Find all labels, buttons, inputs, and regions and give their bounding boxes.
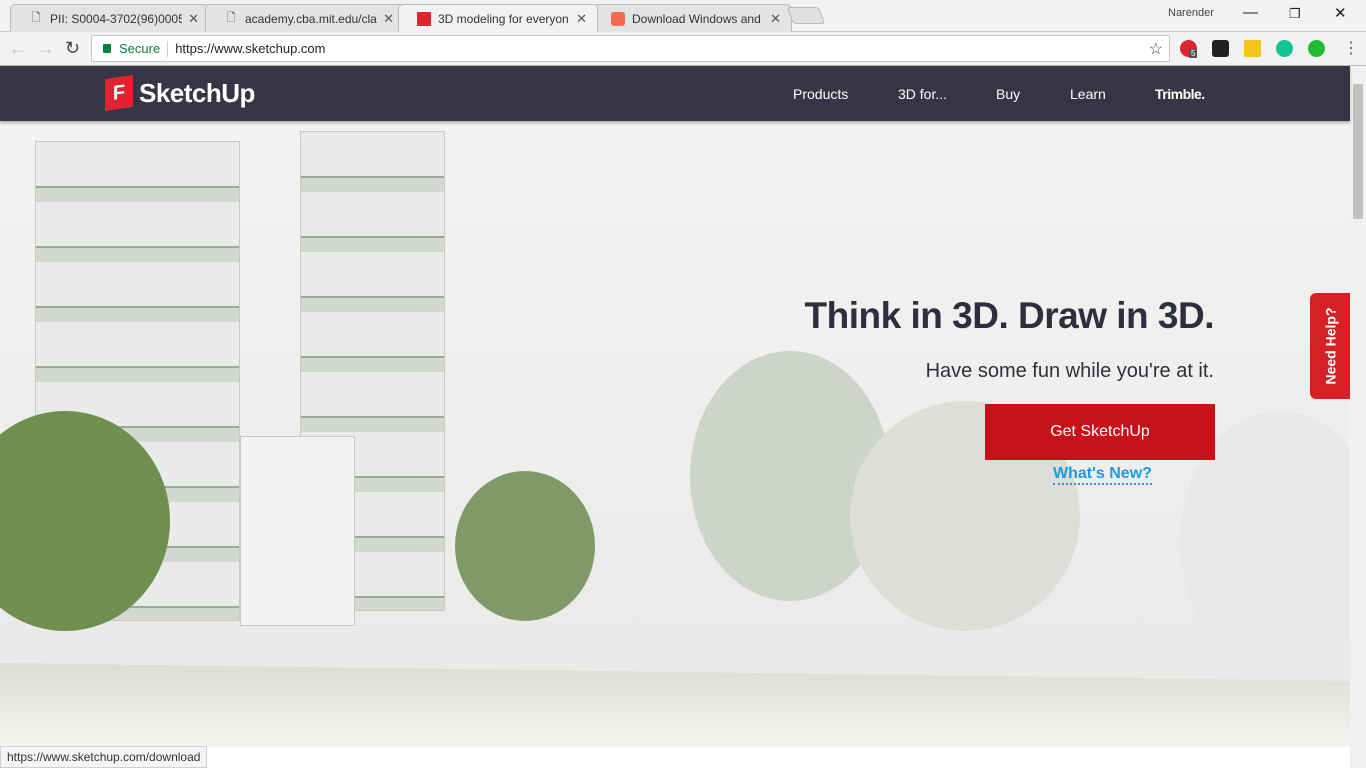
site-header: F SketchUp Products 3D for... Buy Learn … bbox=[0, 66, 1350, 121]
grammarly-icon[interactable] bbox=[1276, 40, 1293, 57]
page-scrollbar[interactable] bbox=[1350, 66, 1366, 768]
nav-learn[interactable]: Learn bbox=[1070, 86, 1106, 102]
orange-app-icon bbox=[611, 11, 625, 26]
hero-section: Think in 3D. Draw in 3D. Have some fun w… bbox=[0, 121, 1350, 747]
sketchup-logo[interactable]: F SketchUp bbox=[105, 75, 255, 111]
tab-download[interactable]: Download Windows and ✕ bbox=[592, 4, 792, 32]
document-icon: 🗋 bbox=[226, 12, 236, 24]
nav-products[interactable]: Products bbox=[793, 86, 848, 102]
whats-new-link[interactable]: What's New? bbox=[1053, 465, 1152, 485]
get-sketchup-button[interactable]: Get SketchUp bbox=[985, 404, 1215, 460]
close-window-icon[interactable]: ✕ bbox=[1334, 4, 1347, 22]
tree-illustration bbox=[455, 471, 595, 621]
close-tab-icon[interactable]: ✕ bbox=[576, 11, 587, 27]
new-tab-button[interactable] bbox=[786, 7, 826, 24]
opera-adblock-icon[interactable]: 5 bbox=[1180, 40, 1198, 58]
tab-pii[interactable]: 🗋 PII: S0004-3702(96)00057 ✕ bbox=[10, 4, 210, 32]
close-tab-icon[interactable]: ✕ bbox=[188, 11, 199, 27]
bookmark-star-icon[interactable]: ☆ bbox=[1149, 39, 1163, 59]
minimize-icon[interactable]: — bbox=[1243, 4, 1258, 21]
restore-icon[interactable]: ❐ bbox=[1289, 6, 1301, 22]
trimble-logo[interactable]: Trimble. bbox=[1155, 86, 1205, 102]
forward-icon[interactable]: → bbox=[37, 38, 55, 59]
nav-buy[interactable]: Buy bbox=[996, 86, 1020, 102]
nav-3d-for[interactable]: 3D for... bbox=[898, 86, 947, 102]
tampermonkey-icon[interactable] bbox=[1212, 40, 1229, 57]
lock-icon bbox=[103, 44, 111, 53]
address-bar[interactable]: Secure https://www.sketchup.com ☆ bbox=[91, 35, 1170, 62]
secure-label: Secure bbox=[119, 41, 161, 56]
sketchup-icon bbox=[417, 11, 431, 26]
browser-toolbar: ← → ↻ Secure https://www.sketchup.com ☆ … bbox=[0, 32, 1366, 66]
document-icon: 🗋 bbox=[31, 12, 41, 24]
status-bar-url: https://www.sketchup.com/download bbox=[0, 746, 208, 768]
need-help-button[interactable]: Need Help? bbox=[1310, 293, 1350, 399]
tab-sketchup[interactable]: 3D modeling for everyon ✕ bbox=[398, 4, 598, 32]
building-illustration bbox=[240, 436, 355, 626]
checkmark-extension-icon[interactable] bbox=[1308, 40, 1325, 57]
hero-headline: Think in 3D. Draw in 3D. bbox=[804, 295, 1215, 336]
scrollbar-thumb[interactable] bbox=[1353, 84, 1363, 219]
hero-subheadline: Have some fun while you're at it. bbox=[925, 360, 1214, 382]
url-text[interactable]: https://www.sketchup.com bbox=[175, 41, 325, 56]
tab-strip: 🗋 PII: S0004-3702(96)00057 ✕ 🗋 academy.cba.… bbox=[0, 0, 1366, 32]
menu-icon[interactable]: ⋮ bbox=[1343, 38, 1359, 58]
reload-icon[interactable]: ↻ bbox=[65, 38, 80, 59]
close-tab-icon[interactable]: ✕ bbox=[770, 11, 781, 27]
plaza-illustration bbox=[0, 663, 1350, 747]
profile-name[interactable]: Narender bbox=[1168, 7, 1214, 19]
sketchup-logo-icon: F bbox=[105, 75, 133, 111]
tab-academy[interactable]: 🗋 academy.cba.mit.edu/cla ✕ bbox=[205, 4, 405, 32]
password-extension-icon[interactable] bbox=[1244, 40, 1261, 57]
back-icon[interactable]: ← bbox=[9, 38, 27, 59]
close-tab-icon[interactable]: ✕ bbox=[383, 11, 394, 27]
